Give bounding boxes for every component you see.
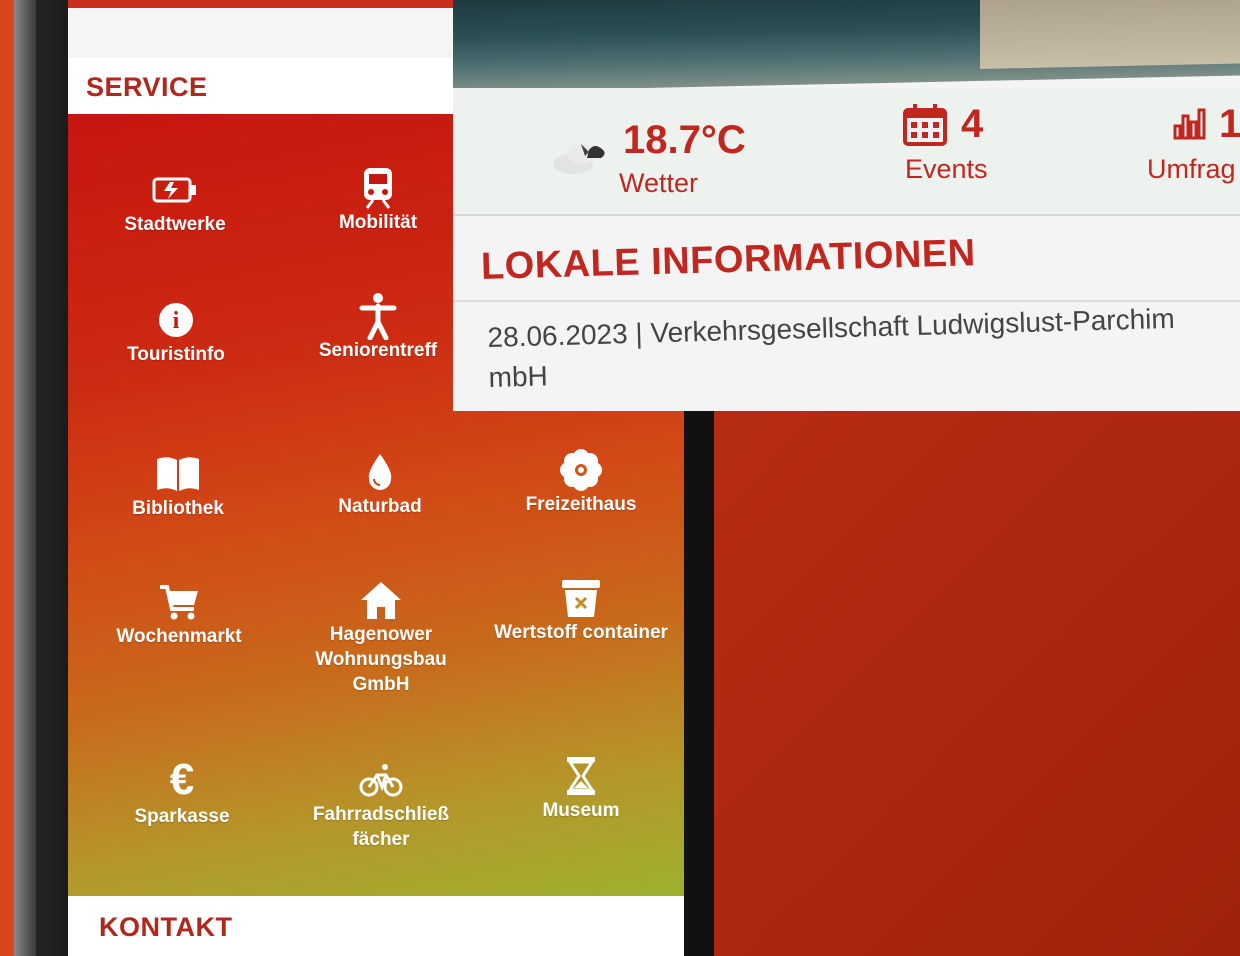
bar-chart-icon [1173, 106, 1207, 145]
events-label: Events [905, 154, 988, 184]
survey-value: 1 [1219, 102, 1240, 146]
stat-events[interactable]: 4 Events [903, 102, 1053, 202]
survey-label: Umfrag [1147, 154, 1236, 184]
euro-icon: € [169, 755, 195, 804]
info-card: 18.7°C Wetter 4 Events 1 Umfrag LOKALE I… [453, 0, 1240, 411]
weather-cloud-icon [551, 136, 609, 181]
kontakt-title: KONTAKT [99, 912, 233, 942]
events-value: 4 [961, 102, 984, 146]
lokale-header: LOKALE INFORMATIONEN [453, 228, 1240, 302]
kontakt-header: KONTAKT [68, 896, 684, 956]
book-icon [88, 448, 268, 496]
person-icon [288, 290, 468, 341]
svg-text:i: i [173, 308, 180, 334]
train-icon [288, 162, 468, 210]
weather-value: 18.7°C [623, 118, 746, 162]
battery-icon [85, 164, 265, 212]
flower-icon [491, 444, 671, 492]
tile-freizeithaus[interactable]: Freizeithaus [491, 444, 671, 517]
tile-seniorentreff[interactable]: Seniorentreff [288, 290, 468, 363]
lokale-title: LOKALE INFORMATIONEN [480, 232, 977, 288]
hourglass-icon [491, 750, 671, 798]
stat-survey[interactable]: 1 Umfrag [1147, 102, 1240, 202]
tile-naturbad[interactable]: Naturbad [290, 446, 470, 519]
service-title: SERVICE [86, 72, 208, 102]
tile-wertstoff-container[interactable]: Wertstoff container [491, 572, 671, 645]
bicycle-icon [291, 754, 471, 802]
tile-bibliothek[interactable]: Bibliothek [88, 448, 268, 521]
header-photo-deck [980, 0, 1240, 69]
stats-bar: 18.7°C Wetter 4 Events 1 Umfrag [453, 88, 1240, 216]
tile-hagenower-wohnungsbau[interactable]: Hagenower Wohnungsbau GmbH [291, 574, 471, 697]
tile-museum[interactable]: Museum [491, 750, 671, 823]
tile-mobilitaet[interactable]: Mobilität [288, 162, 468, 235]
tile-stadtwerke[interactable]: Stadtwerke [85, 164, 265, 237]
stat-weather[interactable]: 18.7°C Wetter [551, 118, 811, 208]
header-photo [453, 0, 1240, 92]
water-drop-icon [290, 446, 470, 494]
tile-fahrradschliessfaecher[interactable]: Fahrradschließ fächer [291, 754, 471, 852]
phone-bezel-edge [14, 0, 36, 956]
weather-label: Wetter [619, 168, 699, 198]
tile-touristinfo[interactable]: i Touristinfo [86, 294, 266, 367]
news-item[interactable]: 28.06.2023 | Verkehrsgesellschaft Ludwig… [487, 299, 1176, 398]
tile-sparkasse[interactable]: € Sparkasse [92, 756, 272, 829]
background-strip [0, 0, 14, 956]
info-icon: i [86, 294, 266, 342]
trash-icon [491, 572, 671, 620]
cart-icon [89, 576, 269, 624]
tile-wochenmarkt[interactable]: Wochenmarkt [89, 576, 269, 649]
home-icon [291, 574, 471, 622]
calendar-icon [903, 104, 947, 151]
